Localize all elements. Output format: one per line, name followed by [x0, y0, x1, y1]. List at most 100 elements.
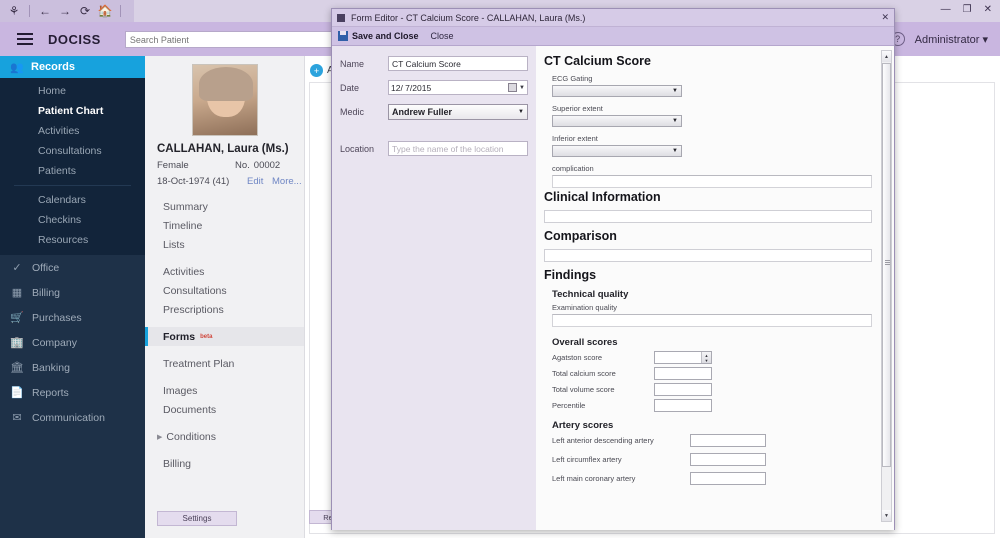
nav-gap-5	[145, 419, 304, 427]
sidebar-item-resources[interactable]: Resources	[0, 230, 145, 250]
nav-label: Consultations	[163, 284, 227, 297]
name-input[interactable]: CT Calcium Score	[388, 56, 528, 71]
sidebar-item-label: Banking	[32, 361, 70, 374]
calendar-icon[interactable]	[508, 83, 518, 92]
form-scrollbar[interactable]: ▲ ▼	[881, 50, 892, 522]
total-volume-score-input[interactable]	[654, 383, 712, 396]
hamburger-icon[interactable]	[8, 33, 42, 45]
sidebar-item-banking[interactable]: 🏛 Banking	[0, 355, 145, 380]
refresh-icon[interactable]: ⟳	[77, 3, 93, 19]
settings-button[interactable]: Settings	[157, 511, 237, 526]
lcx-input[interactable]	[690, 453, 766, 466]
save-and-close-button[interactable]: Save and Close	[338, 31, 419, 41]
sidebar-sub-label: Checkins	[38, 214, 82, 226]
scrollbar-thumb[interactable]	[882, 63, 891, 467]
patient-nav-treatment-plan[interactable]: Treatment Plan	[145, 354, 304, 373]
percentile-input[interactable]	[654, 399, 712, 412]
patient-links: Edit More...	[241, 176, 302, 187]
stepper-arrows-icon[interactable]: ▲ ▼	[701, 352, 711, 363]
edit-link[interactable]: Edit	[247, 176, 263, 187]
location-label: Location	[340, 143, 375, 154]
lmca-label: Left main coronary artery	[552, 474, 636, 483]
more-link[interactable]: More...	[272, 176, 302, 187]
clinical-information-input[interactable]	[544, 210, 872, 223]
chevron-down-icon: ▼	[672, 88, 678, 94]
sidebar-item-purchases[interactable]: 🛒 Purchases	[0, 305, 145, 330]
nav-label: Prescriptions	[163, 303, 224, 316]
sidebar-item-office[interactable]: ✓ Office	[0, 255, 145, 280]
lmca-input[interactable]	[690, 472, 766, 485]
patient-nav-activities[interactable]: Activities	[145, 262, 304, 281]
patient-nav-lists[interactable]: Lists	[145, 235, 304, 254]
sidebar-sub-label: Calendars	[38, 194, 86, 206]
sidebar-item-calendars[interactable]: Calendars	[0, 190, 145, 210]
forward-arrow-icon[interactable]: →	[57, 3, 73, 19]
close-icon[interactable]: ✕	[984, 4, 992, 15]
sidebar-item-reports[interactable]: 📄 Reports	[0, 380, 145, 405]
dialog-title: Form Editor - CT Calcium Score - CALLAHA…	[351, 12, 586, 23]
sidebar-sub-label: Patient Chart	[38, 105, 104, 117]
chevron-down-icon[interactable]: ▼	[519, 85, 525, 91]
sidebar-item-communication[interactable]: ✉ Communication	[0, 405, 145, 430]
sidebar-item-records[interactable]: 👥 Records	[0, 56, 145, 78]
patient-nav-documents[interactable]: Documents	[145, 400, 304, 419]
toolbar-divider	[29, 5, 30, 17]
patient-meta-row-1: Female No. 00002	[157, 160, 304, 171]
maximize-icon[interactable]: ❐	[963, 4, 972, 15]
sidebar-item-patient-chart[interactable]: Patient Chart	[0, 101, 145, 121]
patient-nav-consultations[interactable]: Consultations	[145, 281, 304, 300]
avatar	[191, 64, 258, 136]
sidebar-sub-label: Resources	[38, 234, 89, 246]
sidebar-item-label: Office	[32, 261, 60, 274]
document-icon: 📄	[10, 387, 24, 399]
patient-number: 00002	[253, 160, 281, 171]
meta-spacer	[340, 129, 528, 141]
sidebar-item-patients[interactable]: Patients	[0, 161, 145, 181]
sidebar-item-home[interactable]: Home	[0, 81, 145, 101]
medic-field-row: Medic Andrew Fuller ▼	[340, 104, 528, 120]
medic-select[interactable]: Andrew Fuller ▼	[388, 104, 528, 120]
window-icon	[337, 13, 345, 22]
dialog-titlebar: Form Editor - CT Calcium Score - CALLAHA…	[332, 9, 894, 27]
patient-nav-summary[interactable]: Summary	[145, 197, 304, 216]
total-calcium-score-input[interactable]	[654, 367, 712, 380]
account-menu[interactable]: Administrator ▾	[915, 33, 988, 46]
sidebar-item-activities[interactable]: Activities	[0, 121, 145, 141]
examination-quality-input[interactable]	[552, 314, 872, 327]
patient-nav-images[interactable]: Images	[145, 381, 304, 400]
app-icon: ⚘	[8, 4, 20, 18]
nav-label: Activities	[163, 265, 205, 278]
date-input[interactable]: 12/ 7/2015 ▼	[388, 80, 528, 95]
back-arrow-icon[interactable]: ←	[37, 3, 53, 19]
chevron-down-icon: ▼	[518, 109, 524, 115]
close-button[interactable]: Close	[431, 31, 454, 41]
comparison-input[interactable]	[544, 249, 872, 262]
patient-nav-prescriptions[interactable]: Prescriptions	[145, 300, 304, 319]
form-heading: CT Calcium Score	[544, 54, 651, 68]
sidebar-item-consultations[interactable]: Consultations	[0, 141, 145, 161]
brand-logo: DOCISS	[48, 31, 101, 47]
lad-label: Left anterior descending artery	[552, 436, 654, 445]
agatston-score-stepper[interactable]: ▲ ▼	[654, 351, 712, 364]
scroll-down-icon[interactable]: ▼	[882, 510, 891, 521]
complication-input[interactable]	[552, 175, 872, 188]
superior-extent-select[interactable]: ▼	[552, 115, 682, 127]
sidebar-item-company[interactable]: 🏢 Company	[0, 330, 145, 355]
home-icon[interactable]: 🏠	[97, 3, 113, 19]
patient-nav-timeline[interactable]: Timeline	[145, 216, 304, 235]
lad-input[interactable]	[690, 434, 766, 447]
patient-nav-conditions[interactable]: ▶ Conditions	[145, 427, 304, 446]
ecg-gating-select[interactable]: ▼	[552, 85, 682, 97]
patient-nav-forms[interactable]: Forms beta	[145, 327, 304, 346]
nav-gap-3	[145, 346, 304, 354]
bank-icon: 🏛	[10, 362, 24, 374]
minimize-icon[interactable]: —	[941, 4, 951, 15]
scroll-up-icon[interactable]: ▲	[882, 51, 891, 62]
dialog-close-icon[interactable]: ✕	[881, 12, 889, 23]
location-input[interactable]: Type the name of the location	[388, 141, 528, 156]
sidebar-item-billing[interactable]: ▦ Billing	[0, 280, 145, 305]
window-controls: — ❐ ✕	[941, 4, 992, 15]
sidebar-item-checkins[interactable]: Checkins	[0, 210, 145, 230]
inferior-extent-select[interactable]: ▼	[552, 145, 682, 157]
patient-nav-billing[interactable]: Billing	[145, 454, 304, 473]
